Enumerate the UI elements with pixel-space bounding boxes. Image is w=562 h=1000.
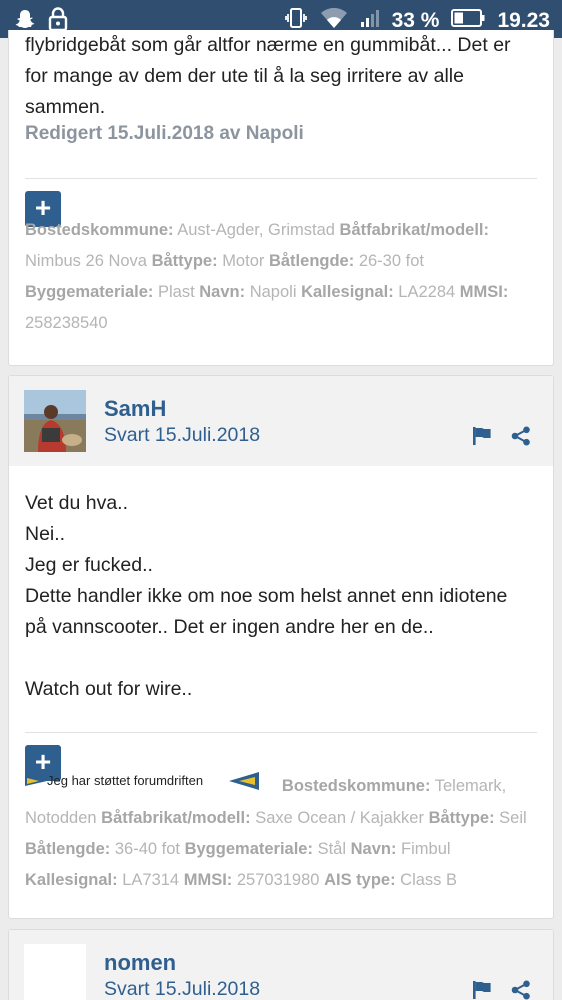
post-header: SamH Svart 15.Juli.2018 [9,376,553,466]
author-name[interactable]: nomen [104,950,176,976]
sig-label: Byggemateriale: [184,840,313,858]
sig-value: LA2284 [398,283,456,301]
post-body: Vet du hva.. Nei.. Jeg er fucked.. Dette… [25,488,545,705]
avatar[interactable] [24,944,86,1000]
sig-label: Bostedskommune: [281,776,431,795]
signature: Jeg har støttet forumdriften Bostedskomm… [25,770,545,896]
support-badge: Jeg har støttet forumdriften [25,770,259,803]
sig-value: 258238540 [25,314,108,332]
post-line: Watch out for wire.. [25,678,193,700]
post-line: Dette handler ikke om noe som helst anne… [25,585,508,607]
share-icon[interactable] [511,426,531,451]
sig-label: Kallesignal: [25,871,118,889]
post-line: flybridgebåt som går altfor nærme en gum… [25,34,511,56]
post-card-samh: SamH Svart 15.Juli.2018 Vet du hva.. Nei… [8,375,554,919]
sig-value: Nimbus 26 Nova [25,252,147,270]
post-body: flybridgebåt som går altfor nærme en gum… [25,30,545,123]
sig-value: Stål [317,840,347,858]
edit-note: Redigert 15.Juli.2018 av Napoli [25,123,304,144]
sig-label: Kallesignal: [301,283,394,301]
signature: Bostedskommune: Aust-Agder, Grimstad Båt… [25,215,540,339]
post-date: Svart 15.Juli.2018 [104,424,261,446]
sig-label: AIS type: [324,871,396,889]
sig-label: Bostedskommune: [25,221,174,239]
sig-label: MMSI: [459,283,509,301]
post-line: Nei.. [25,523,66,545]
sig-label: Navn: [199,283,246,301]
flag-icon[interactable] [472,980,492,1000]
sig-label: Båtlengde: [25,840,111,858]
sig-value: 257031980 [236,871,320,889]
sig-value: Aust-Agder, Grimstad [177,221,335,239]
sig-label: Båttype: [151,252,218,270]
post-line: Jeg er fucked.. [25,554,153,576]
sig-value: Saxe Ocean / Kajakker [255,809,424,827]
divider [25,732,537,733]
flag-icon[interactable] [472,426,492,451]
post-header: nomen Svart 15.Juli.2018 [9,930,553,1000]
sig-value: Class B [400,871,458,889]
sig-label: MMSI: [183,871,233,889]
sig-value: 36-40 fot [114,840,180,858]
sig-label: Navn: [350,840,397,858]
post-line [25,643,545,674]
sig-value: LA7314 [122,871,180,889]
sig-label: Båtfabrikat/modell: [101,809,251,827]
sig-value: Plast [157,283,195,301]
post-card-nomen: nomen Svart 15.Juli.2018 [8,929,554,1000]
sig-value: 26-30 fot [358,252,424,270]
sig-value: Napoli [249,283,297,301]
sig-label: Båtfabrikat/modell: [339,221,489,239]
divider [25,178,537,179]
support-badge-label: Jeg har støttet forumdriften [47,773,203,788]
avatar[interactable] [24,390,86,452]
sig-label: Båttype: [428,809,495,827]
sig-label: Byggemateriale: [25,283,154,301]
sig-label: Båtlengde: [268,252,355,270]
post-line: på vannscooter.. Det er ingen andre her … [25,616,434,638]
post-card-napoli: flybridgebåt som går altfor nærme en gum… [8,30,554,366]
author-name[interactable]: SamH [104,396,166,422]
post-line: for mange av dem der ute til å la seg ir… [25,65,464,87]
post-line: sammen. [25,96,106,118]
share-icon[interactable] [511,980,531,1000]
post-line: Vet du hva.. [25,492,128,514]
post-date: Svart 15.Juli.2018 [104,978,261,1000]
sig-value: Fimbul [401,840,451,858]
sig-value: Seil [499,809,527,827]
sig-value: Motor [222,252,265,270]
